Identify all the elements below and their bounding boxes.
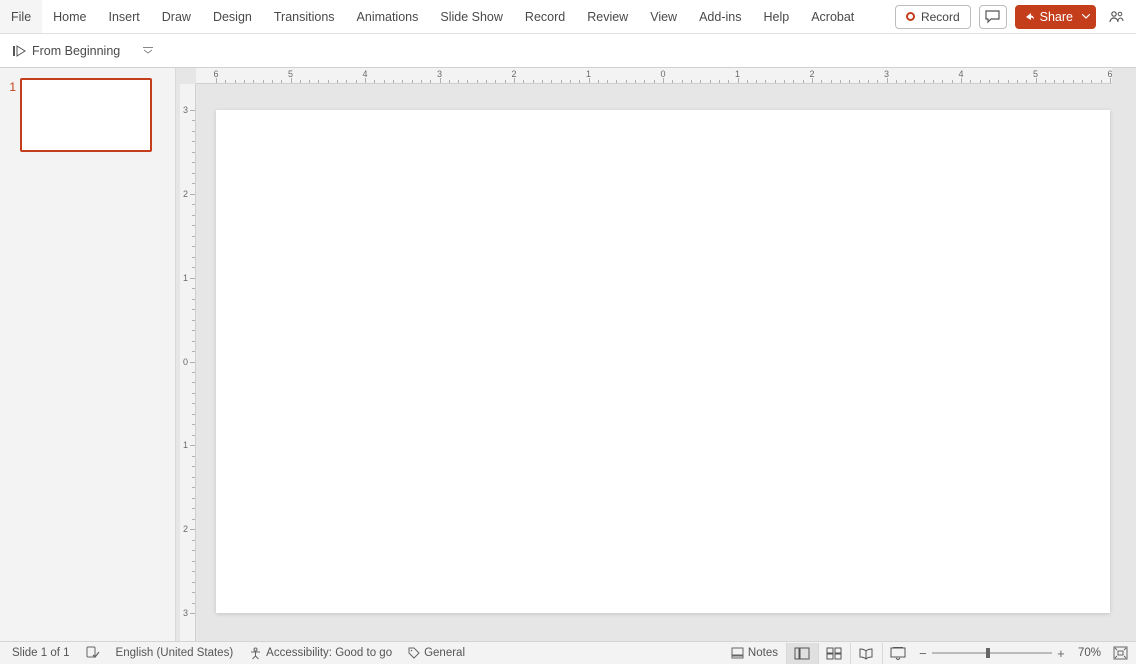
ruler-h-label: 3 xyxy=(884,69,889,79)
tab-view[interactable]: View xyxy=(639,0,688,33)
accessibility-icon xyxy=(249,647,262,660)
tab-transitions[interactable]: Transitions xyxy=(263,0,346,33)
chevron-down-icon xyxy=(143,47,153,55)
normal-view-icon xyxy=(794,647,810,660)
ruler-v-label: 3 xyxy=(183,105,188,115)
horizontal-ruler[interactable]: 6 5 4 3 2 1 0 1 2 3 4 5 6 xyxy=(196,68,1112,84)
tab-insert[interactable]: Insert xyxy=(98,0,151,33)
tab-home[interactable]: Home xyxy=(42,0,97,33)
vertical-ruler[interactable]: 3 2 1 0 1 2 3 xyxy=(180,84,196,641)
comments-button[interactable] xyxy=(979,5,1007,29)
ribbon-tabs: File Home Insert Draw Design Transitions… xyxy=(0,0,1136,34)
tab-add-ins[interactable]: Add-ins xyxy=(688,0,752,33)
ruler-h-label: 5 xyxy=(1033,69,1038,79)
notes-toggle[interactable]: Notes xyxy=(723,642,786,664)
thumbnail-item[interactable]: 1 xyxy=(0,78,175,152)
zoom-out-button[interactable]: − xyxy=(914,646,932,661)
ruler-h-label: 6 xyxy=(1107,69,1112,79)
quick-toolbar: From Beginning xyxy=(0,34,1136,68)
accessibility-label: Accessibility: Good to go xyxy=(266,647,392,659)
comment-icon xyxy=(985,10,1000,24)
zoom-slider[interactable] xyxy=(932,643,1052,664)
notes-icon xyxy=(731,647,744,659)
zoom-in-button[interactable]: + xyxy=(1052,646,1070,661)
status-bar: Slide 1 of 1 English (United States) Acc… xyxy=(0,641,1136,664)
ruler-v-label: 1 xyxy=(183,440,188,450)
slide-counter: Slide 1 of 1 xyxy=(4,642,78,664)
fit-to-window-button[interactable] xyxy=(1109,642,1132,664)
presence-button[interactable] xyxy=(1104,9,1128,25)
ruler-h-label: 6 xyxy=(213,69,218,79)
share-button[interactable]: Share xyxy=(1015,5,1096,29)
tab-record[interactable]: Record xyxy=(514,0,576,33)
slide-thumbnail[interactable] xyxy=(20,78,152,152)
slideshow-icon xyxy=(890,647,906,660)
person-icon xyxy=(1108,9,1124,25)
sensitivity-label: General xyxy=(424,647,465,659)
ruler-h-label: 1 xyxy=(586,69,591,79)
zoom-track xyxy=(932,652,1052,654)
notes-label: Notes xyxy=(748,647,778,659)
slide-thumbnail-panel[interactable]: 1 xyxy=(0,68,176,641)
normal-view-button[interactable] xyxy=(786,643,818,664)
record-dot-icon xyxy=(906,12,915,21)
chevron-down-icon xyxy=(1082,14,1090,19)
ruler-v-label: 0 xyxy=(183,357,188,367)
ruler-h-label: 2 xyxy=(511,69,516,79)
language-indicator[interactable]: English (United States) xyxy=(108,642,242,664)
tab-design[interactable]: Design xyxy=(202,0,263,33)
share-button-label: Share xyxy=(1040,10,1073,24)
spellcheck-indicator[interactable] xyxy=(78,642,108,664)
reading-view-icon xyxy=(858,647,874,660)
thumbnail-number: 1 xyxy=(2,78,16,94)
ruler-v-label: 2 xyxy=(183,189,188,199)
ruler-v-label: 3 xyxy=(183,608,188,618)
main-area: 1 6 5 4 3 2 1 0 1 2 3 4 5 6 3 2 1 0 1 2 3 xyxy=(0,68,1136,641)
zoom-thumb[interactable] xyxy=(986,648,990,658)
record-button-label: Record xyxy=(921,10,960,24)
record-button[interactable]: Record xyxy=(895,5,971,29)
zoom-percent[interactable]: 70% xyxy=(1070,642,1109,664)
spellcheck-icon xyxy=(86,646,100,660)
share-icon xyxy=(1023,11,1035,23)
play-from-start-icon xyxy=(12,44,26,58)
ruler-h-label: 2 xyxy=(809,69,814,79)
ruler-v-label: 1 xyxy=(183,273,188,283)
tab-draw[interactable]: Draw xyxy=(151,0,202,33)
ruler-h-label: 0 xyxy=(660,69,665,79)
ruler-h-label: 3 xyxy=(437,69,442,79)
ruler-h-label: 5 xyxy=(288,69,293,79)
tab-help[interactable]: Help xyxy=(752,0,800,33)
slide-canvas[interactable] xyxy=(216,110,1110,613)
slide-sorter-view-button[interactable] xyxy=(818,643,850,664)
slide-sorter-icon xyxy=(826,647,842,660)
ruler-h-label: 1 xyxy=(735,69,740,79)
from-beginning-button[interactable]: From Beginning xyxy=(6,41,126,61)
tab-acrobat[interactable]: Acrobat xyxy=(800,0,865,33)
ruler-h-label: 4 xyxy=(958,69,963,79)
tag-icon xyxy=(408,647,420,659)
slide-canvas-area: 6 5 4 3 2 1 0 1 2 3 4 5 6 3 2 1 0 1 2 3 xyxy=(176,68,1136,641)
ruler-h-label: 4 xyxy=(362,69,367,79)
accessibility-indicator[interactable]: Accessibility: Good to go xyxy=(241,642,400,664)
fit-window-icon xyxy=(1113,646,1128,660)
reading-view-button[interactable] xyxy=(850,643,882,664)
view-buttons xyxy=(786,643,914,664)
sensitivity-indicator[interactable]: General xyxy=(400,642,473,664)
ruler-v-label: 2 xyxy=(183,524,188,534)
tab-file[interactable]: File xyxy=(0,0,42,33)
tab-slide-show[interactable]: Slide Show xyxy=(429,0,514,33)
from-beginning-label: From Beginning xyxy=(32,44,120,58)
slideshow-view-button[interactable] xyxy=(882,643,914,664)
tab-animations[interactable]: Animations xyxy=(346,0,430,33)
tab-review[interactable]: Review xyxy=(576,0,639,33)
quick-toolbar-dropdown[interactable] xyxy=(140,41,156,61)
